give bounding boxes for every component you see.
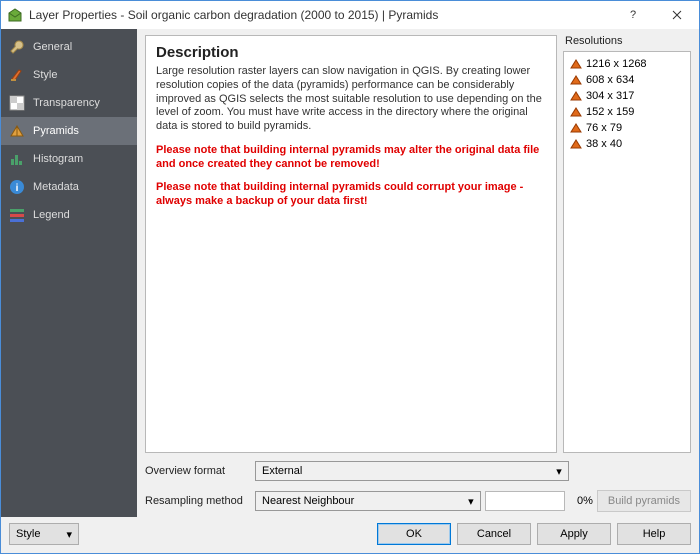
checker-icon (9, 95, 25, 111)
pyramid-icon (9, 123, 25, 139)
resampling-row: Resampling method Nearest Neighbour ▾ 0%… (145, 489, 691, 513)
chevron-down-icon: ▾ (554, 465, 564, 478)
histogram-icon (9, 151, 25, 167)
dialog-body: General Style Transparency Pyramids Histogra… (1, 29, 699, 517)
pyramid-level-icon (570, 138, 582, 150)
resolution-text: 76 x 79 (586, 122, 622, 134)
help-button[interactable]: ? (611, 1, 655, 29)
overview-format-combo[interactable]: External ▾ (255, 461, 569, 481)
sidebar-item-label: Style (33, 69, 57, 81)
sidebar-item-general[interactable]: General (1, 33, 137, 61)
sidebar-item-legend[interactable]: Legend (1, 201, 137, 229)
pyramid-level-icon (570, 90, 582, 102)
main-panel: Description Large resolution raster laye… (137, 29, 699, 517)
brush-icon (9, 67, 25, 83)
bottom-bar: Style ▾ OK Cancel Apply Help (1, 517, 699, 553)
cancel-button[interactable]: Cancel (457, 523, 531, 545)
resolution-item[interactable]: 1216 x 1268 (566, 56, 688, 72)
description-body: Large resolution raster layers can slow … (156, 65, 546, 134)
overview-format-row: Overview format External ▾ (145, 459, 691, 483)
style-menu-label: Style (16, 528, 62, 540)
apply-button[interactable]: Apply (537, 523, 611, 545)
ok-button[interactable]: OK (377, 523, 451, 545)
chevron-down-icon: ▾ (466, 495, 476, 508)
sidebar-item-label: General (33, 41, 72, 53)
resampling-label: Resampling method (145, 495, 251, 507)
sidebar-item-style[interactable]: Style (1, 61, 137, 89)
titlebar: Layer Properties - Soil organic carbon d… (1, 1, 699, 29)
app-icon (7, 7, 23, 23)
overview-format-label: Overview format (145, 465, 251, 477)
close-button[interactable] (655, 1, 699, 29)
resolution-text: 304 x 317 (586, 90, 634, 102)
close-icon (672, 10, 682, 20)
chevron-down-icon: ▾ (66, 528, 72, 541)
resolution-item[interactable]: 608 x 634 (566, 72, 688, 88)
pyramid-level-icon (570, 74, 582, 86)
svg-text:i: i (16, 183, 19, 194)
style-menu-button[interactable]: Style ▾ (9, 523, 79, 545)
sidebar-item-label: Metadata (33, 181, 79, 193)
resolution-item[interactable]: 304 x 317 (566, 88, 688, 104)
resolution-text: 152 x 159 (586, 106, 634, 118)
resampling-combo[interactable]: Nearest Neighbour ▾ (255, 491, 481, 511)
sidebar-item-label: Histogram (33, 153, 83, 165)
description-heading: Description (156, 44, 546, 61)
resolution-item[interactable]: 152 x 159 (566, 104, 688, 120)
resampling-value: Nearest Neighbour (262, 495, 466, 507)
description-box: Description Large resolution raster laye… (145, 35, 557, 453)
sidebar-item-pyramids[interactable]: Pyramids (1, 117, 137, 145)
resolutions-list[interactable]: 1216 x 1268 608 x 634 304 x 317 152 x 159 76… (563, 51, 691, 453)
resolution-text: 608 x 634 (586, 74, 634, 86)
resolutions-column: Resolutions 1216 x 1268 608 x 634 304 x 31… (563, 35, 691, 453)
build-percent: 0% (569, 495, 593, 507)
help-dialog-button[interactable]: Help (617, 523, 691, 545)
resolution-text: 1216 x 1268 (586, 58, 647, 70)
content-row: Description Large resolution raster laye… (145, 35, 691, 453)
sidebar-item-transparency[interactable]: Transparency (1, 89, 137, 117)
pyramid-level-icon (570, 58, 582, 70)
sidebar: General Style Transparency Pyramids Histogra… (1, 29, 137, 517)
window-title: Layer Properties - Soil organic carbon d… (29, 8, 611, 22)
sidebar-item-label: Legend (33, 209, 70, 221)
sidebar-item-histogram[interactable]: Histogram (1, 145, 137, 173)
resolution-item[interactable]: 76 x 79 (566, 120, 688, 136)
warning-1: Please note that building internal pyram… (156, 144, 546, 172)
build-pyramids-button[interactable]: Build pyramids (597, 490, 691, 512)
build-progress (485, 491, 565, 511)
wrench-icon (9, 39, 25, 55)
resolution-item[interactable]: 38 x 40 (566, 136, 688, 152)
resolutions-label: Resolutions (563, 35, 691, 51)
resolution-text: 38 x 40 (586, 138, 622, 150)
sidebar-item-label: Transparency (33, 97, 100, 109)
sidebar-item-metadata[interactable]: i Metadata (1, 173, 137, 201)
overview-format-value: External (262, 465, 554, 477)
pyramid-level-icon (570, 106, 582, 118)
info-icon: i (9, 179, 25, 195)
legend-icon (9, 207, 25, 223)
pyramid-level-icon (570, 122, 582, 134)
window: Layer Properties - Soil organic carbon d… (0, 0, 700, 554)
sidebar-item-label: Pyramids (33, 125, 79, 137)
warning-2: Please note that building internal pyram… (156, 181, 546, 209)
